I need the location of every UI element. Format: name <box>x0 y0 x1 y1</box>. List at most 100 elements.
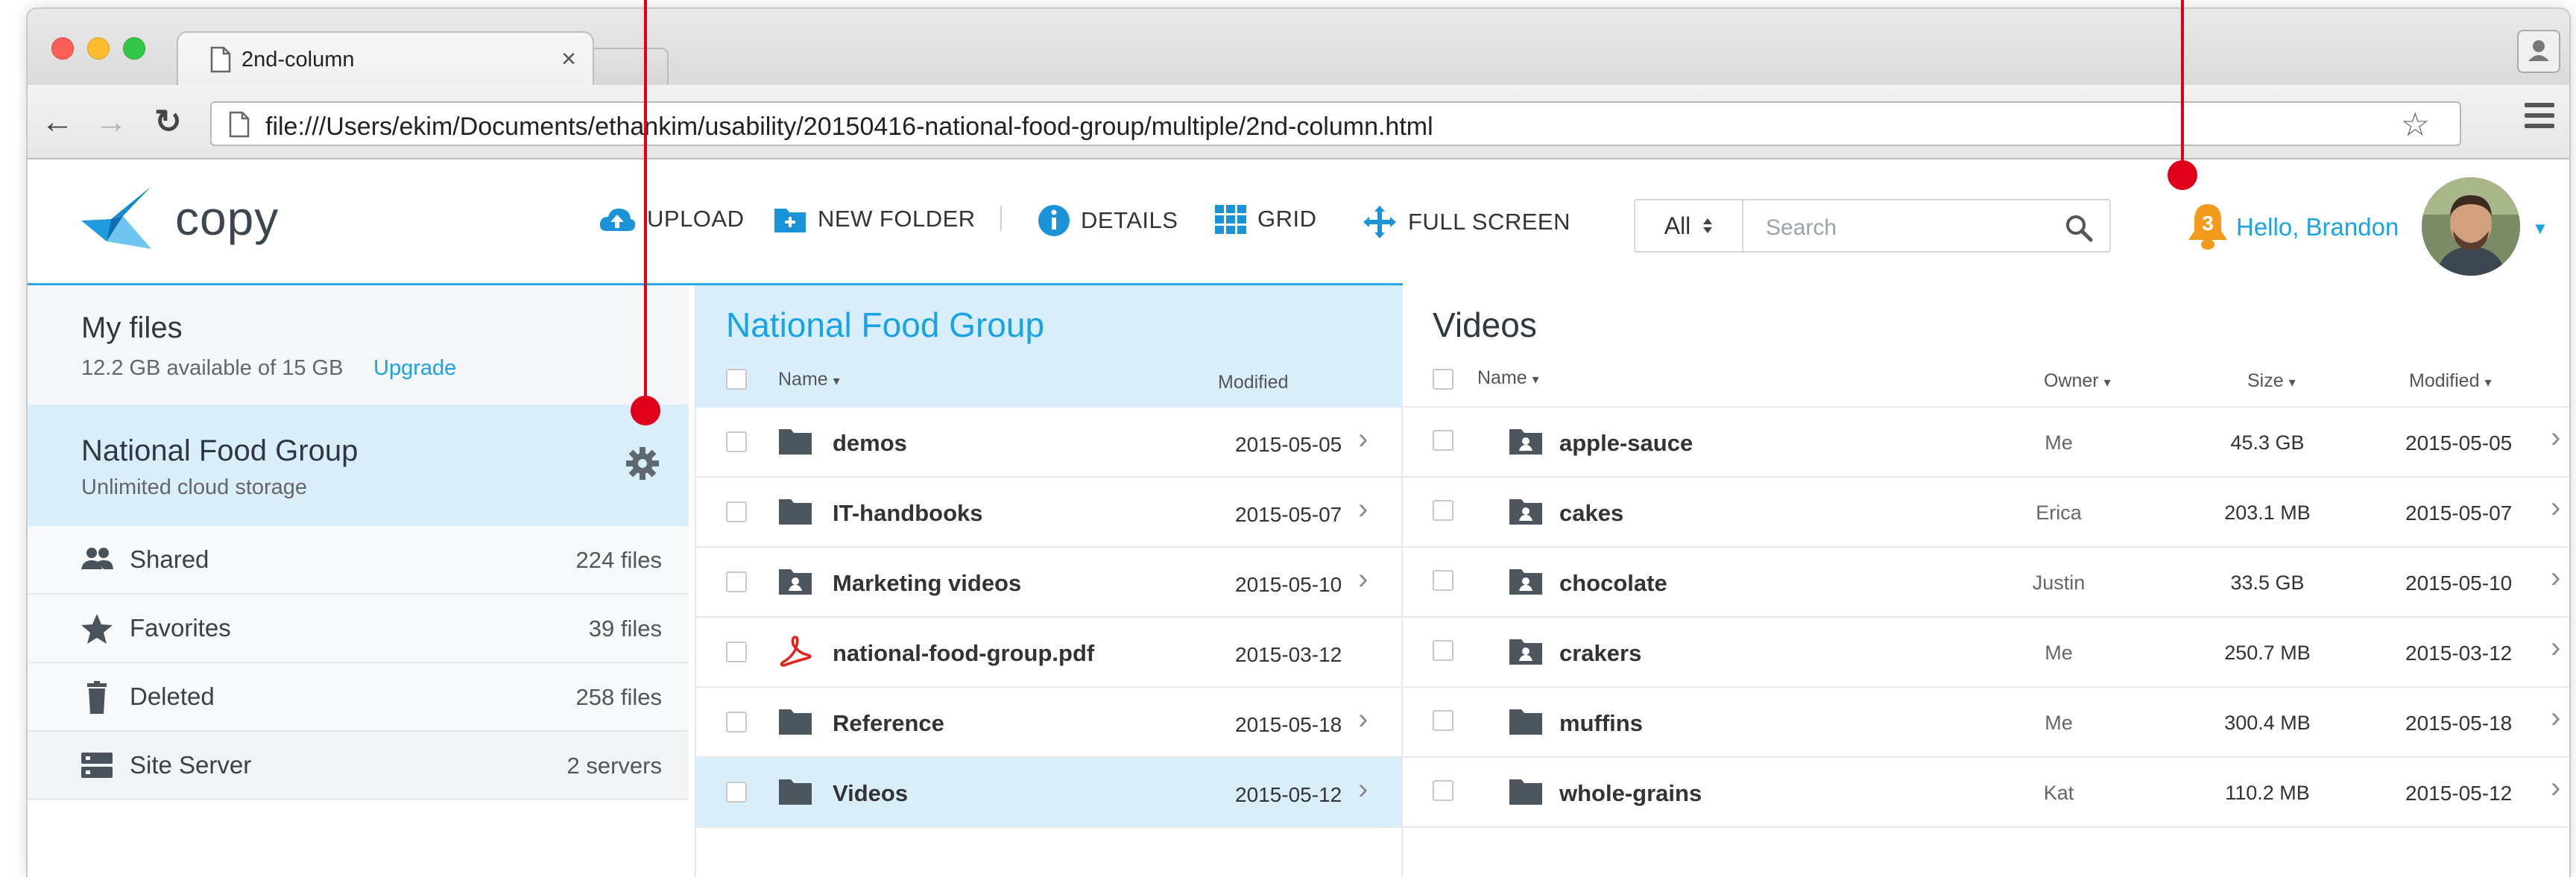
back-arrow-icon[interactable]: ← <box>41 103 74 142</box>
modified-column-header[interactable]: Modified ▾ <box>2409 370 2492 392</box>
list-item[interactable]: demos 2015-05-05 › <box>696 408 1401 478</box>
chevron-right-icon[interactable]: › <box>2551 561 2560 595</box>
close-window-button[interactable] <box>51 37 74 60</box>
name-header-label: Name <box>778 369 828 390</box>
file-name[interactable]: cakes <box>1559 500 1623 527</box>
chevron-right-icon[interactable]: › <box>2551 421 2560 455</box>
chevron-right-icon[interactable]: › <box>1358 773 1368 806</box>
name-column-header[interactable]: Name ▾ <box>778 369 840 390</box>
table-row[interactable]: chocolate Justin 33.5 GB 2015-05-10 › <box>1403 548 2569 618</box>
file-name[interactable]: Reference <box>833 710 944 737</box>
name-column-header[interactable]: Name ▾ <box>1477 367 1539 389</box>
owner-column-header[interactable]: Owner ▾ <box>2044 370 2111 392</box>
row-checkbox[interactable] <box>726 572 747 592</box>
file-modified: 2015-03-12 <box>1235 643 1342 666</box>
sidebar-item-deleted[interactable]: Deleted 258 files <box>28 663 689 732</box>
copy-logo-icon[interactable] <box>78 182 166 253</box>
file-name[interactable]: Marketing videos <box>833 570 1021 597</box>
search-icon[interactable] <box>2065 214 2093 242</box>
table-row[interactable]: cakes Erica 203.1 MB 2015-05-07 › <box>1403 478 2569 548</box>
row-checkbox[interactable] <box>726 501 747 522</box>
user-greeting[interactable]: Hello, Brandon <box>2236 213 2399 241</box>
my-files-section[interactable]: My files 12.2 GB available of 15 GB Upgr… <box>28 285 689 405</box>
file-name[interactable]: Videos <box>833 780 908 807</box>
file-icon <box>778 567 812 599</box>
account-dropdown-icon[interactable]: ▼ <box>2532 219 2548 238</box>
file-name[interactable]: IT-handbooks <box>833 500 983 527</box>
browser-tab[interactable]: 2nd-column × <box>177 31 594 86</box>
list-item[interactable]: Videos 2015-05-12 › <box>696 758 1401 828</box>
file-modified: 2015-05-05 <box>2405 431 2513 455</box>
chevron-right-icon[interactable]: › <box>2551 631 2560 665</box>
row-checkbox[interactable] <box>726 712 747 732</box>
size-column-header[interactable]: Size ▾ <box>2247 370 2296 392</box>
row-checkbox[interactable] <box>726 782 747 802</box>
modified-column-header[interactable]: Modified <box>1218 372 1289 393</box>
table-row[interactable]: apple-sauce Me 45.3 GB 2015-05-05 › <box>1403 408 2569 478</box>
new-folder-button[interactable]: NEW FOLDER <box>773 204 976 234</box>
file-name[interactable]: demos <box>833 430 907 457</box>
upload-button[interactable]: UPLOAD <box>598 204 744 234</box>
file-size: 203.1 MB <box>2224 501 2311 524</box>
row-checkbox[interactable] <box>726 642 747 662</box>
chevron-right-icon[interactable]: › <box>2551 771 2560 805</box>
chevron-right-icon[interactable]: › <box>1358 703 1368 736</box>
row-checkbox[interactable] <box>1433 500 1453 521</box>
gear-icon[interactable] <box>625 446 660 481</box>
sidebar-item-shared[interactable]: Shared 224 files <box>28 526 689 595</box>
file-icon <box>778 777 812 809</box>
address-bar[interactable]: file:///Users/ekim/Documents/ethankim/us… <box>210 101 2461 146</box>
browser-menu-icon[interactable] <box>2525 103 2554 134</box>
grid-button[interactable]: GRID <box>1214 204 1317 234</box>
file-name[interactable]: muffins <box>1559 710 1643 737</box>
table-row[interactable]: muffins Me 300.4 MB 2015-05-18 › <box>1403 688 2569 758</box>
row-checkbox[interactable] <box>1433 710 1453 731</box>
file-size: 300.4 MB <box>2224 712 2311 734</box>
reload-icon[interactable]: ↻ <box>154 103 182 142</box>
tab-close-icon[interactable]: × <box>561 45 576 74</box>
maximize-window-button[interactable] <box>123 37 145 60</box>
avatar[interactable] <box>2422 177 2520 276</box>
select-all-checkbox[interactable] <box>1433 369 1453 390</box>
sidebar: My files 12.2 GB available of 15 GB Upgr… <box>28 285 689 877</box>
search-input[interactable]: Search <box>1766 215 1837 241</box>
full-screen-button[interactable]: FULL SCREEN <box>1362 204 1570 240</box>
row-checkbox[interactable] <box>1433 780 1453 801</box>
chevron-right-icon[interactable]: › <box>1358 563 1368 596</box>
sidebar-item-site-server[interactable]: Site Server 2 servers <box>28 732 689 800</box>
row-checkbox[interactable] <box>1433 430 1453 451</box>
sidebar-item-national-food-group[interactable]: National Food Group Unlimited cloud stor… <box>28 405 689 526</box>
file-name[interactable]: whole-grains <box>1559 780 1702 807</box>
row-checkbox[interactable] <box>1433 640 1453 661</box>
chevron-right-icon[interactable]: › <box>2551 491 2560 525</box>
chevron-right-icon[interactable]: › <box>2551 701 2560 735</box>
forward-arrow-icon[interactable]: → <box>95 103 127 142</box>
chevron-right-icon[interactable]: › <box>1358 493 1368 526</box>
list-item[interactable]: IT-handbooks 2015-05-07 › <box>696 478 1401 548</box>
chevron-right-icon[interactable]: › <box>1358 422 1368 456</box>
table-row[interactable]: whole-grains Kat 110.2 MB 2015-05-12 › <box>1403 758 2569 828</box>
bookmark-star-icon[interactable]: ☆ <box>2401 106 2430 144</box>
row-checkbox[interactable] <box>726 431 747 452</box>
minimize-window-button[interactable] <box>87 37 110 60</box>
browser-profile-button[interactable] <box>2517 30 2560 73</box>
star-icon <box>81 614 113 644</box>
file-name[interactable]: apple-sauce <box>1559 430 1693 457</box>
file-name[interactable]: national-food-group.pdf <box>833 640 1094 667</box>
row-checkbox[interactable] <box>1433 570 1453 591</box>
search-scope-select[interactable]: All <box>1635 200 1743 251</box>
file-name[interactable]: crakers <box>1559 640 1641 667</box>
user-photo <box>2422 177 2520 276</box>
notification-count: 3 <box>2202 212 2214 235</box>
select-all-checkbox[interactable] <box>726 369 747 390</box>
sidebar-item-favorites[interactable]: Favorites 39 files <box>28 595 689 663</box>
list-item[interactable]: Marketing videos 2015-05-10 › <box>696 548 1401 618</box>
list-item[interactable]: Reference 2015-05-18 › <box>696 688 1401 758</box>
details-button[interactable]: DETAILS <box>1038 204 1178 237</box>
file-icon <box>778 427 812 459</box>
notification-bell[interactable]: 3 <box>2184 201 2232 253</box>
upgrade-link[interactable]: Upgrade <box>373 356 456 381</box>
file-name[interactable]: chocolate <box>1559 570 1667 597</box>
list-item[interactable]: national-food-group.pdf 2015-03-12 <box>696 618 1401 688</box>
table-row[interactable]: crakers Me 250.7 MB 2015-03-12 › <box>1403 618 2569 688</box>
